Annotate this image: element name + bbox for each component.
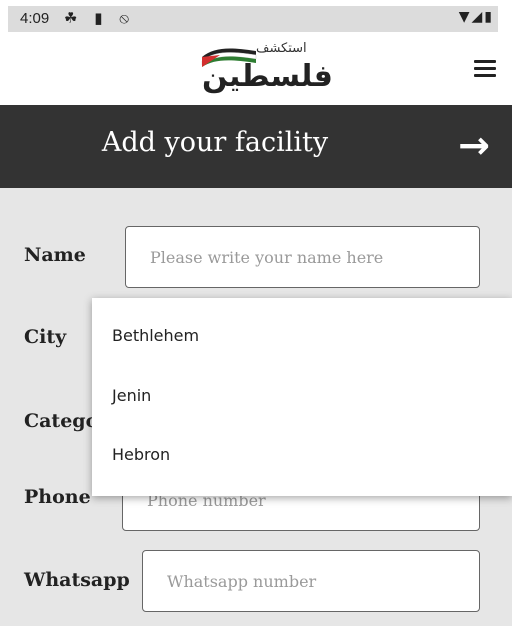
name-field[interactable] (125, 226, 480, 288)
dropdown-option-jenin[interactable]: Jenin (112, 386, 151, 405)
category-label: Catego (24, 410, 99, 432)
page-title: Add your facility (101, 127, 329, 158)
status-time: 4:09 (20, 10, 50, 27)
logo-big-text: فلسطين (202, 59, 333, 94)
phone-label: Phone (24, 486, 91, 508)
hamburger-menu-icon[interactable] (474, 60, 496, 78)
whatsapp-label: Whatsapp (24, 569, 130, 591)
status-system-icons: ▼◢▮ (458, 9, 494, 25)
app-logo: استكشف فلسطين (200, 41, 340, 101)
city-label: City (24, 326, 67, 348)
arrow-right-icon[interactable]: → (458, 123, 490, 167)
app-top-bar: استكشف فلسطين (0, 37, 512, 105)
dropdown-option-bethlehem[interactable]: Bethlehem (112, 326, 199, 345)
name-label: Name (24, 244, 86, 266)
name-input[interactable] (126, 227, 479, 287)
whatsapp-input[interactable] (143, 551, 479, 611)
dropdown-option-hebron[interactable]: Hebron (112, 445, 170, 464)
page-header: Add your facility → (0, 105, 512, 188)
status-bar: 4:09 ☘ ▮ ⦸ ▼◢▮ (0, 0, 512, 37)
whatsapp-field[interactable] (142, 550, 480, 612)
status-notification-icons: ☘ ▮ ⦸ (64, 9, 136, 27)
logo-small-text: استكشف (256, 41, 307, 56)
city-dropdown: Bethlehem Jenin Hebron (92, 298, 512, 496)
